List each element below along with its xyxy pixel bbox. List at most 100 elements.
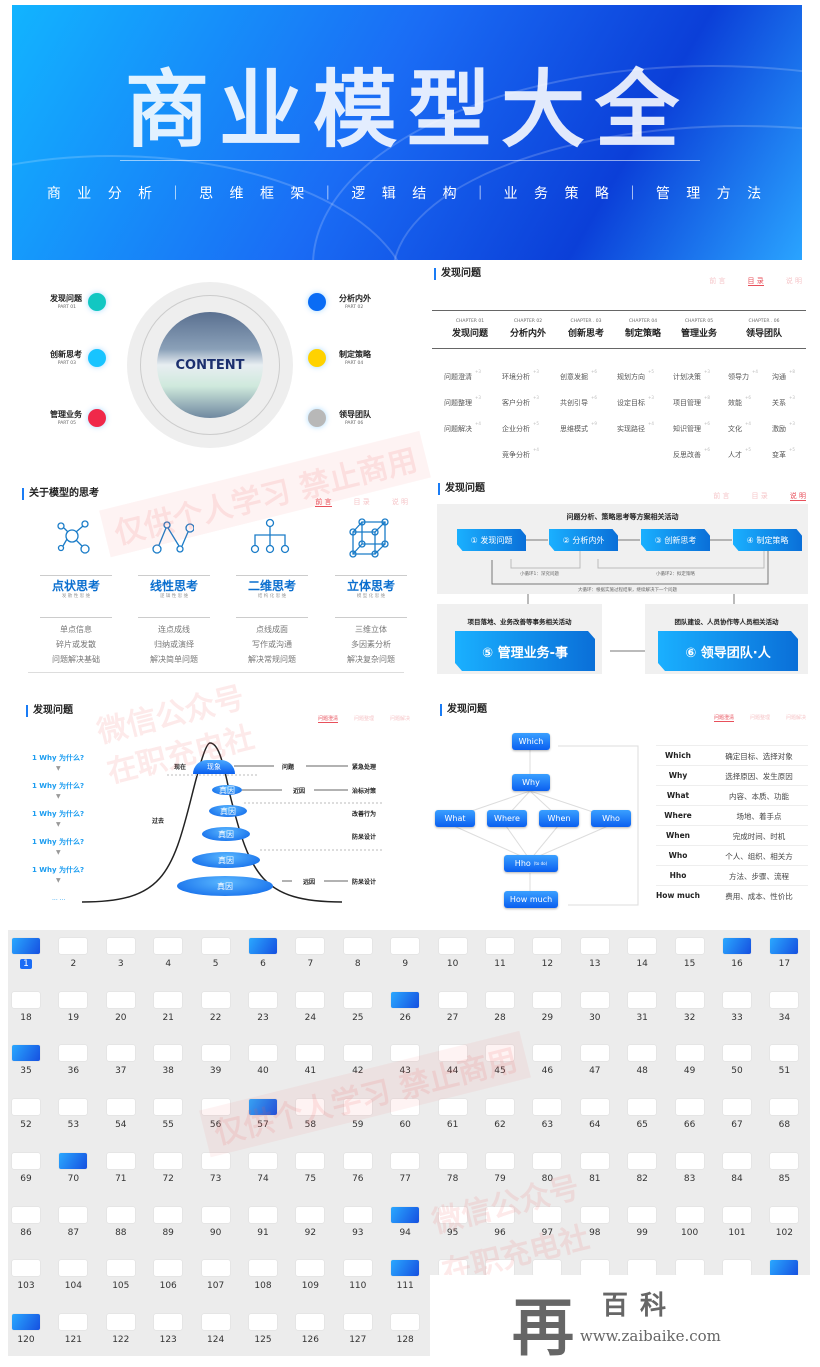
slide-number[interactable]: 106 bbox=[148, 1281, 188, 1291]
slide-thumbnail[interactable] bbox=[12, 1152, 40, 1169]
slide-thumbnail[interactable] bbox=[580, 1206, 609, 1223]
slide-thumbnail[interactable] bbox=[770, 1045, 799, 1062]
slide-thumbnail[interactable] bbox=[12, 938, 40, 954]
slide-number[interactable]: 33 bbox=[717, 1013, 757, 1023]
slide-number[interactable]: 63 bbox=[527, 1120, 567, 1130]
slide-thumbnail[interactable] bbox=[723, 938, 751, 954]
slide-number[interactable]: 94 bbox=[385, 1228, 425, 1238]
slide-thumbnail[interactable] bbox=[343, 1206, 372, 1223]
tab-0[interactable]: 前 言 bbox=[709, 277, 725, 285]
slide-thumbnail[interactable] bbox=[438, 991, 467, 1008]
slide-number[interactable]: 16 bbox=[717, 959, 757, 969]
slide-thumbnail[interactable] bbox=[201, 1260, 230, 1277]
slide-number[interactable]: 41 bbox=[290, 1066, 330, 1076]
slide-thumbnail[interactable] bbox=[201, 1045, 230, 1062]
slide-thumbnail[interactable] bbox=[12, 1260, 40, 1277]
slide-thumbnail[interactable] bbox=[59, 1099, 88, 1116]
slide-thumbnail[interactable] bbox=[675, 1206, 704, 1223]
chapter-name[interactable]: 分析内外 bbox=[500, 326, 556, 339]
slide-thumbnail[interactable] bbox=[249, 1099, 277, 1116]
slide-number[interactable]: 54 bbox=[101, 1120, 141, 1130]
slide-number[interactable]: 103 bbox=[6, 1281, 46, 1291]
toc-item[interactable]: 反思改善+6 bbox=[673, 442, 710, 461]
slide-thumbnail[interactable] bbox=[723, 1045, 751, 1062]
slide-number[interactable]: 108 bbox=[243, 1281, 283, 1291]
slide-thumbnail[interactable] bbox=[628, 1260, 657, 1277]
slide-thumbnail[interactable] bbox=[628, 938, 657, 954]
slide-number[interactable]: 127 bbox=[338, 1335, 378, 1345]
slide-thumbnail[interactable] bbox=[391, 1045, 420, 1062]
slide-thumbnail[interactable] bbox=[675, 1260, 704, 1277]
slide-thumbnail[interactable] bbox=[106, 1206, 135, 1223]
chapter-name[interactable]: 创新思考 bbox=[558, 326, 614, 339]
slide-number[interactable]: 36 bbox=[53, 1066, 93, 1076]
slide-thumbnail[interactable] bbox=[438, 938, 467, 954]
slide-thumbnail[interactable] bbox=[59, 1152, 88, 1169]
toc-item[interactable]: 知识管理+6 bbox=[673, 416, 710, 435]
toc-item[interactable]: 关系+3 bbox=[772, 390, 795, 409]
toc-item[interactable]: 环境分析+3 bbox=[502, 364, 539, 383]
chapter-name[interactable]: 领导团队 bbox=[724, 326, 804, 339]
slide-number[interactable]: 44 bbox=[433, 1066, 473, 1076]
slide-thumbnail[interactable] bbox=[391, 938, 420, 954]
slide-number[interactable]: 79 bbox=[480, 1174, 520, 1184]
slide-thumbnail[interactable] bbox=[391, 1099, 420, 1116]
toc-item[interactable]: 设定目标+3 bbox=[617, 390, 654, 409]
slide-thumbnail[interactable] bbox=[438, 1260, 467, 1277]
slide-number[interactable]: 17 bbox=[764, 959, 804, 969]
toc-item[interactable]: 企业分析+5 bbox=[502, 416, 539, 435]
slide-number[interactable]: 65 bbox=[622, 1120, 662, 1130]
toc-item[interactable]: 共创引导+6 bbox=[560, 390, 597, 409]
slide-thumbnail[interactable] bbox=[343, 1099, 372, 1116]
toc-item[interactable]: 变革+5 bbox=[772, 442, 795, 461]
tab-1[interactable]: 目 录 bbox=[354, 498, 370, 506]
slide-number[interactable]: 64 bbox=[575, 1120, 615, 1130]
slide-thumbnail[interactable] bbox=[580, 1260, 609, 1277]
slide-thumbnail[interactable] bbox=[580, 1099, 609, 1116]
slide-thumbnail[interactable] bbox=[675, 1045, 704, 1062]
slide-number[interactable]: 109 bbox=[290, 1281, 330, 1291]
slide-thumbnail[interactable] bbox=[249, 938, 277, 954]
slide-number[interactable]: 59 bbox=[338, 1120, 378, 1130]
slide-thumbnail[interactable] bbox=[486, 1260, 514, 1277]
slide-number[interactable]: 102 bbox=[764, 1228, 804, 1238]
slide-thumbnail[interactable] bbox=[438, 1045, 467, 1062]
slide-thumbnail[interactable] bbox=[154, 1045, 183, 1062]
slide-thumbnail[interactable] bbox=[438, 1099, 467, 1116]
slide-thumbnail[interactable] bbox=[296, 991, 325, 1008]
slide-number[interactable]: 42 bbox=[338, 1066, 378, 1076]
slide-thumbnail[interactable] bbox=[580, 938, 609, 954]
slide-thumbnail[interactable] bbox=[391, 1152, 420, 1169]
slide-thumbnail[interactable] bbox=[533, 1152, 562, 1169]
slide-number[interactable]: 88 bbox=[101, 1228, 141, 1238]
slide-number[interactable]: 78 bbox=[433, 1174, 473, 1184]
slide-number[interactable]: 25 bbox=[338, 1013, 378, 1023]
slide-number[interactable]: 70 bbox=[53, 1174, 93, 1184]
slide-thumbnail[interactable] bbox=[533, 991, 562, 1008]
slide-thumbnail[interactable] bbox=[106, 1152, 135, 1169]
slide-number[interactable]: 23 bbox=[243, 1013, 283, 1023]
toc-item[interactable]: 实现路径+4 bbox=[617, 416, 654, 435]
slide-number[interactable]: 97 bbox=[527, 1228, 567, 1238]
toc-item[interactable]: 沟通+8 bbox=[772, 364, 795, 383]
slide-thumbnail[interactable] bbox=[106, 1313, 135, 1330]
slide-number[interactable]: 40 bbox=[243, 1066, 283, 1076]
slide-number[interactable]: 48 bbox=[622, 1066, 662, 1076]
slide-thumbnail[interactable] bbox=[154, 1260, 183, 1277]
chapter-name[interactable]: 管理业务 bbox=[671, 326, 727, 339]
slide-number[interactable]: 122 bbox=[101, 1335, 141, 1345]
slide-thumbnail[interactable] bbox=[580, 1045, 609, 1062]
slide-thumbnail[interactable] bbox=[12, 991, 40, 1008]
slide-thumbnail[interactable] bbox=[343, 1152, 372, 1169]
slide-number[interactable]: 57 bbox=[243, 1120, 283, 1130]
tab-0[interactable]: 前 言 bbox=[315, 498, 332, 507]
slide-number[interactable]: 56 bbox=[196, 1120, 236, 1130]
slide-thumbnail[interactable] bbox=[486, 991, 514, 1008]
slide-number[interactable]: 104 bbox=[53, 1281, 93, 1291]
slide-number[interactable]: 83 bbox=[670, 1174, 710, 1184]
slide-number[interactable]: 68 bbox=[764, 1120, 804, 1130]
slide-thumbnail[interactable] bbox=[12, 1313, 40, 1330]
slide-number[interactable]: 126 bbox=[290, 1335, 330, 1345]
slide-number[interactable]: 81 bbox=[575, 1174, 615, 1184]
slide-number[interactable]: 4 bbox=[148, 959, 188, 969]
